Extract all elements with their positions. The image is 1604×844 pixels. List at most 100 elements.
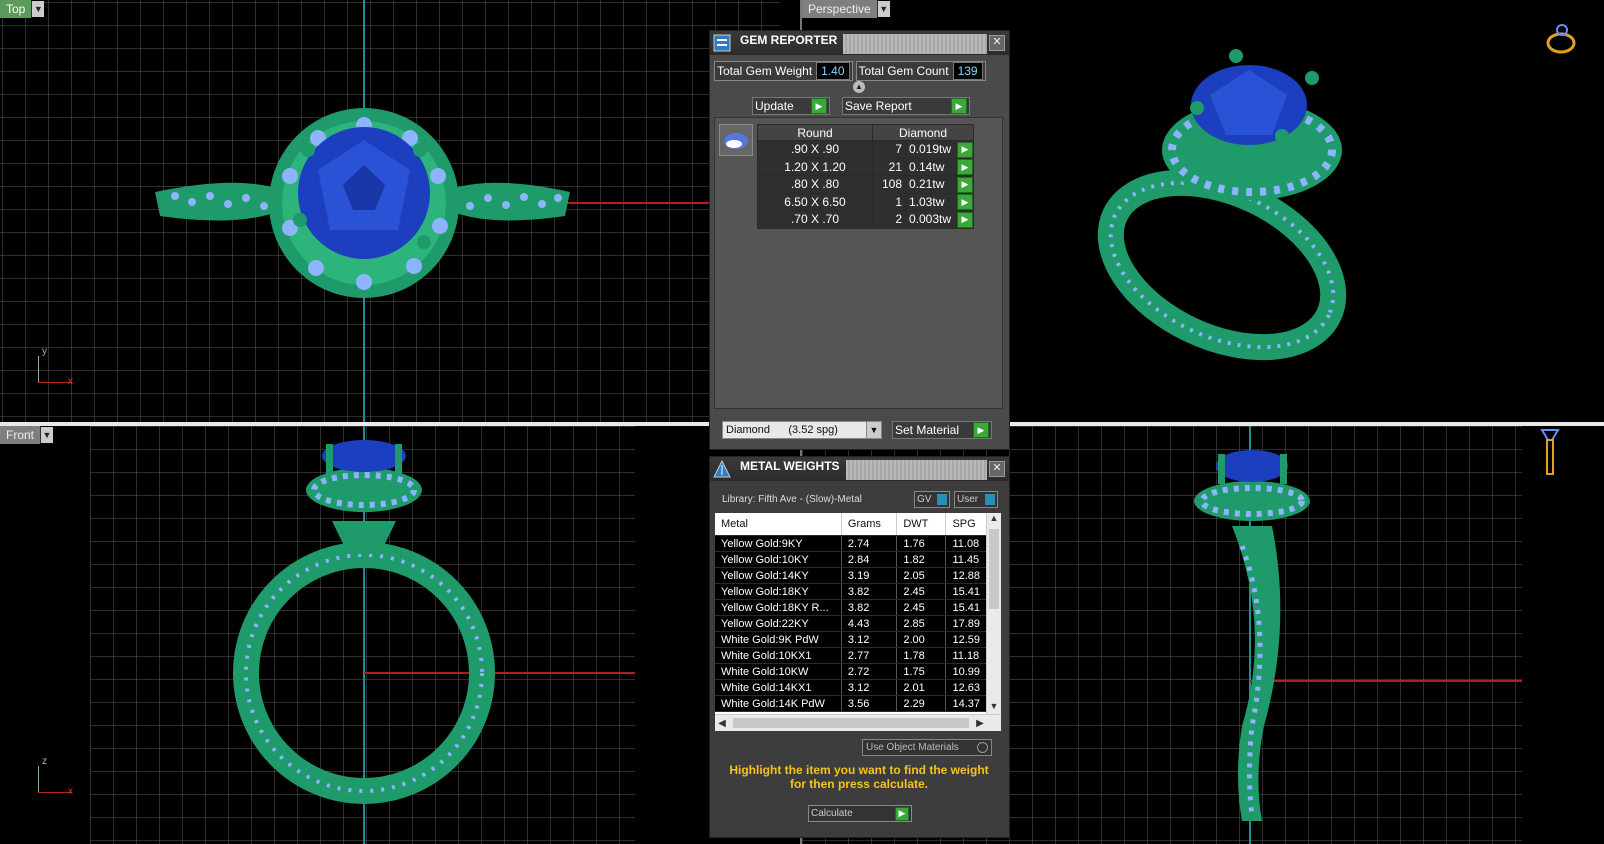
gem-shape-thumbnail[interactable]: [719, 124, 753, 156]
metal-row[interactable]: White Gold:10KX1 2.77 1.78 11.18: [715, 647, 987, 664]
viewport-perspective-label[interactable]: Perspective ▼: [802, 0, 890, 18]
gem-row-action[interactable]: ▶: [956, 192, 974, 211]
gem-row[interactable]: .80 X .80 108 0.21tw ▶: [757, 175, 974, 194]
gem-weight: 1.03tw: [905, 192, 957, 211]
metal-grams: 3.12: [841, 679, 898, 696]
gem-weight: 0.003tw: [905, 210, 957, 229]
metal-grams: 3.82: [841, 583, 898, 600]
gem-count: 1: [872, 192, 906, 211]
calculate-label: Calculate: [811, 808, 853, 819]
col-shape-header: Round: [757, 124, 873, 141]
metal-row[interactable]: Yellow Gold:18KY 3.82 2.45 15.41: [715, 583, 987, 600]
collapse-icon[interactable]: ▲: [853, 81, 865, 93]
viewport-front[interactable]: Front ▼ z x: [0, 426, 780, 844]
gem-reporter-titlebar[interactable]: GEM REPORTER ✕: [710, 31, 1009, 55]
play-icon: ▶: [811, 98, 827, 114]
panel-title: GEM REPORTER: [740, 33, 838, 47]
close-icon[interactable]: ✕: [989, 35, 1005, 51]
metal-name: White Gold:9K PdW: [715, 631, 842, 648]
metal-dwt: 2.45: [896, 583, 947, 600]
gem-size: .80 X .80: [757, 175, 873, 194]
metal-name: Yellow Gold:10KY: [715, 551, 842, 568]
metal-dwt: 2.29: [896, 695, 947, 712]
toggle-user[interactable]: User: [954, 491, 998, 508]
scroll-left-icon[interactable]: ◀: [715, 718, 729, 729]
col-header[interactable]: Metal: [715, 513, 842, 536]
dropdown-arrow-icon[interactable]: ▼: [31, 1, 45, 17]
gem-row-action[interactable]: ▶: [956, 210, 974, 229]
toggle-indicator-icon: [985, 494, 995, 505]
material-select[interactable]: Diamond (3.52 spg) ▼: [722, 421, 882, 439]
scroll-right-icon[interactable]: ▶: [973, 718, 987, 729]
scroll-thumb[interactable]: [989, 529, 999, 609]
horizontal-scrollbar[interactable]: ◀ ▶: [715, 714, 1001, 731]
scroll-thumb-h[interactable]: [733, 718, 969, 728]
metal-row[interactable]: White Gold:9K PdW 3.12 2.00 12.59: [715, 631, 987, 648]
play-icon: ▶: [973, 422, 989, 438]
top-view-canvas: [0, 0, 780, 422]
gem-row-action[interactable]: ▶: [956, 140, 974, 159]
gem-row[interactable]: 6.50 X 6.50 1 1.03tw ▶: [757, 192, 974, 211]
metal-weights-titlebar[interactable]: METAL WEIGHTS ✕: [710, 457, 1009, 481]
vertical-scrollbar[interactable]: ▲ ▼: [986, 513, 1001, 715]
viewport-top[interactable]: Top ▼ y x: [0, 0, 780, 422]
gem-row[interactable]: 1.20 X 1.20 21 0.14tw ▶: [757, 157, 974, 176]
view-orientation-icon[interactable]: [1538, 426, 1562, 480]
metal-table-container[interactable]: Metal Grams DWT SPG Yellow Gold:9KY 2.74 1…: [715, 513, 1001, 731]
total-weight-label: Total Gem Weight: [717, 64, 813, 78]
col-header[interactable]: SPG: [945, 513, 987, 536]
scroll-down-icon[interactable]: ▼: [987, 701, 1001, 715]
metal-dwt: 2.00: [896, 631, 947, 648]
viewport-front-label[interactable]: Front ▼: [0, 426, 54, 444]
axis-v-label: y: [42, 346, 47, 357]
metal-row[interactable]: White Gold:14KX1 3.12 2.01 12.63: [715, 679, 987, 696]
toggle-indicator-icon: [937, 494, 947, 505]
total-weight-value: 1.40: [816, 62, 850, 80]
total-count-value: 139: [952, 62, 983, 80]
metal-dwt: 1.76: [896, 535, 947, 552]
set-material-button[interactable]: Set Material ▶: [892, 421, 992, 439]
gem-count: 21: [872, 157, 906, 176]
col-header[interactable]: Grams: [841, 513, 898, 536]
metal-name: Yellow Gold:9KY: [715, 535, 842, 552]
metal-row[interactable]: Yellow Gold:9KY 2.74 1.76 11.08: [715, 535, 987, 552]
material-select-value: Diamond (3.52 spg): [726, 424, 838, 436]
metal-grams: 3.82: [841, 599, 898, 616]
metal-table: Metal Grams DWT SPG Yellow Gold:9KY 2.74 1…: [715, 513, 987, 712]
close-icon[interactable]: ✕: [989, 461, 1005, 477]
save-report-label: Save Report: [845, 99, 912, 113]
metal-name: White Gold:14KX1: [715, 679, 842, 696]
metal-row[interactable]: Yellow Gold:10KY 2.84 1.82 11.45: [715, 551, 987, 568]
metal-name: White Gold:10KX1: [715, 647, 842, 664]
calculate-button[interactable]: Calculate ▶: [808, 805, 912, 822]
save-report-button[interactable]: Save Report ▶: [842, 97, 970, 115]
metal-name: Yellow Gold:18KY R...: [715, 599, 842, 616]
metal-spg: 11.08: [945, 535, 987, 552]
viewport-top-label[interactable]: Top ▼: [0, 0, 45, 18]
gem-size: 1.20 X 1.20: [757, 157, 873, 176]
gem-row[interactable]: .70 X .70 2 0.003tw ▶: [757, 210, 974, 229]
gem-count: 7: [872, 140, 906, 159]
toggle-gv[interactable]: GV: [914, 491, 950, 508]
metal-name: White Gold:14K PdW: [715, 695, 842, 712]
metal-row[interactable]: White Gold:10KW 2.72 1.75 10.99: [715, 663, 987, 680]
chevron-down-icon: ▼: [866, 422, 881, 438]
ring-orientation-icon[interactable]: [1544, 22, 1578, 56]
gem-row-action[interactable]: ▶: [956, 157, 974, 176]
play-icon: ▶: [957, 159, 973, 175]
metal-spg: 17.89: [945, 615, 987, 632]
metal-row[interactable]: Yellow Gold:22KY 4.43 2.85 17.89: [715, 615, 987, 632]
dropdown-arrow-icon[interactable]: ▼: [40, 427, 54, 443]
update-button[interactable]: Update ▶: [752, 97, 830, 115]
metal-row[interactable]: Yellow Gold:18KY R... 3.82 2.45 15.41: [715, 599, 987, 616]
metal-spg: 10.99: [945, 663, 987, 680]
dropdown-arrow-icon[interactable]: ▼: [876, 1, 890, 17]
metal-row[interactable]: White Gold:14K PdW 3.56 2.29 14.37: [715, 695, 987, 712]
gem-row-action[interactable]: ▶: [956, 175, 974, 194]
use-object-materials-toggle[interactable]: Use Object Materials: [862, 739, 992, 756]
gem-row[interactable]: .90 X .90 7 0.019tw ▶: [757, 140, 974, 159]
col-header[interactable]: DWT: [896, 513, 947, 536]
scroll-up-icon[interactable]: ▲: [987, 513, 1001, 527]
update-label: Update: [755, 99, 794, 113]
metal-row[interactable]: Yellow Gold:14KY 3.19 2.05 12.88: [715, 567, 987, 584]
